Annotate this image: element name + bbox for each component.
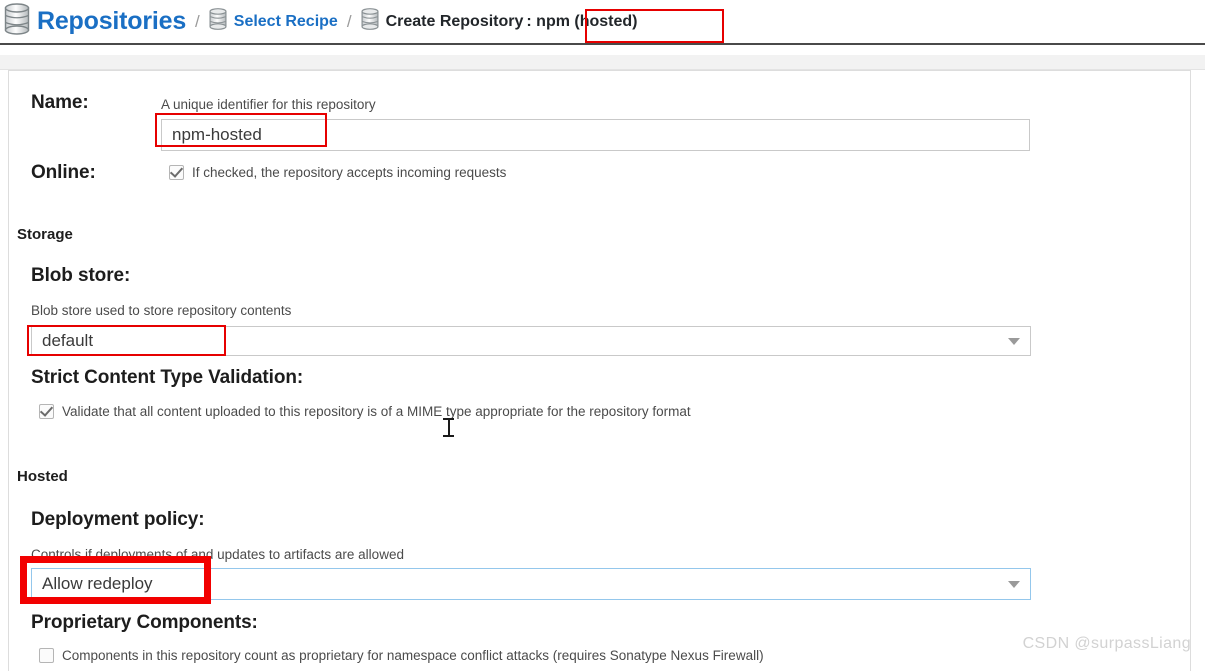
blob-store-value: default: [42, 331, 94, 350]
watermark: CSDN @surpassLiang: [1022, 635, 1191, 652]
database-icon: [4, 3, 30, 40]
deployment-policy-select[interactable]: Allow redeploy: [31, 568, 1031, 600]
database-icon: [209, 8, 227, 35]
online-checkbox-label: If checked, the repository accepts incom…: [192, 165, 507, 180]
database-icon: [361, 8, 379, 35]
strict-validation-checkbox-row[interactable]: Validate that all content uploaded to th…: [39, 404, 691, 419]
deployment-policy-value: Allow redeploy: [42, 574, 153, 593]
storage-section-title: Storage: [17, 226, 73, 243]
strict-validation-checkbox[interactable]: [39, 404, 54, 419]
breadcrumb-recipe-label: Select Recipe: [233, 12, 338, 30]
breadcrumb-create-label: Create Repository: [385, 12, 524, 30]
deployment-policy-label: Deployment policy:: [31, 509, 205, 530]
deployment-policy-helper-text: Controls if deployments of and updates t…: [31, 547, 404, 562]
name-label: Name:: [31, 92, 89, 113]
blob-store-label: Blob store:: [31, 265, 131, 286]
blob-store-helper-text: Blob store used to store repository cont…: [31, 303, 292, 318]
strict-validation-checkbox-label: Validate that all content uploaded to th…: [62, 404, 691, 419]
proprietary-components-checkbox-label: Components in this repository count as p…: [62, 648, 764, 663]
breadcrumb-format-highlight: : npm (hosted): [523, 4, 646, 40]
text-cursor: [443, 418, 454, 437]
content-top-band: [0, 55, 1205, 70]
breadcrumb-item-repositories[interactable]: Repositories: [4, 3, 186, 40]
repository-form-panel: Name: A unique identifier for this repos…: [8, 70, 1191, 671]
proprietary-components-label: Proprietary Components:: [31, 612, 258, 633]
blob-store-select[interactable]: default: [31, 326, 1031, 356]
name-helper-text: A unique identifier for this repository: [161, 97, 376, 112]
breadcrumb-item-create-repository[interactable]: Create Repository: [361, 8, 524, 35]
strict-validation-label: Strict Content Type Validation:: [31, 367, 304, 388]
breadcrumb: Repositories / Select Recipe / Create Re…: [0, 0, 1205, 45]
name-input[interactable]: [161, 119, 1030, 151]
breadcrumb-root-label: Repositories: [37, 7, 187, 35]
online-checkbox-row[interactable]: If checked, the repository accepts incom…: [169, 165, 506, 180]
breadcrumb-format-label: : npm (hosted): [526, 12, 638, 30]
chevron-down-icon[interactable]: [1008, 337, 1020, 345]
proprietary-components-checkbox[interactable]: [39, 648, 54, 663]
online-checkbox[interactable]: [169, 165, 184, 180]
chevron-down-icon[interactable]: [1008, 580, 1020, 588]
online-label: Online:: [31, 162, 96, 183]
proprietary-components-checkbox-row[interactable]: Components in this repository count as p…: [39, 648, 764, 663]
breadcrumb-separator-2: /: [346, 11, 352, 31]
breadcrumb-separator-1: /: [195, 11, 200, 31]
breadcrumb-item-select-recipe[interactable]: Select Recipe: [209, 8, 338, 35]
hosted-section-title: Hosted: [17, 468, 68, 485]
